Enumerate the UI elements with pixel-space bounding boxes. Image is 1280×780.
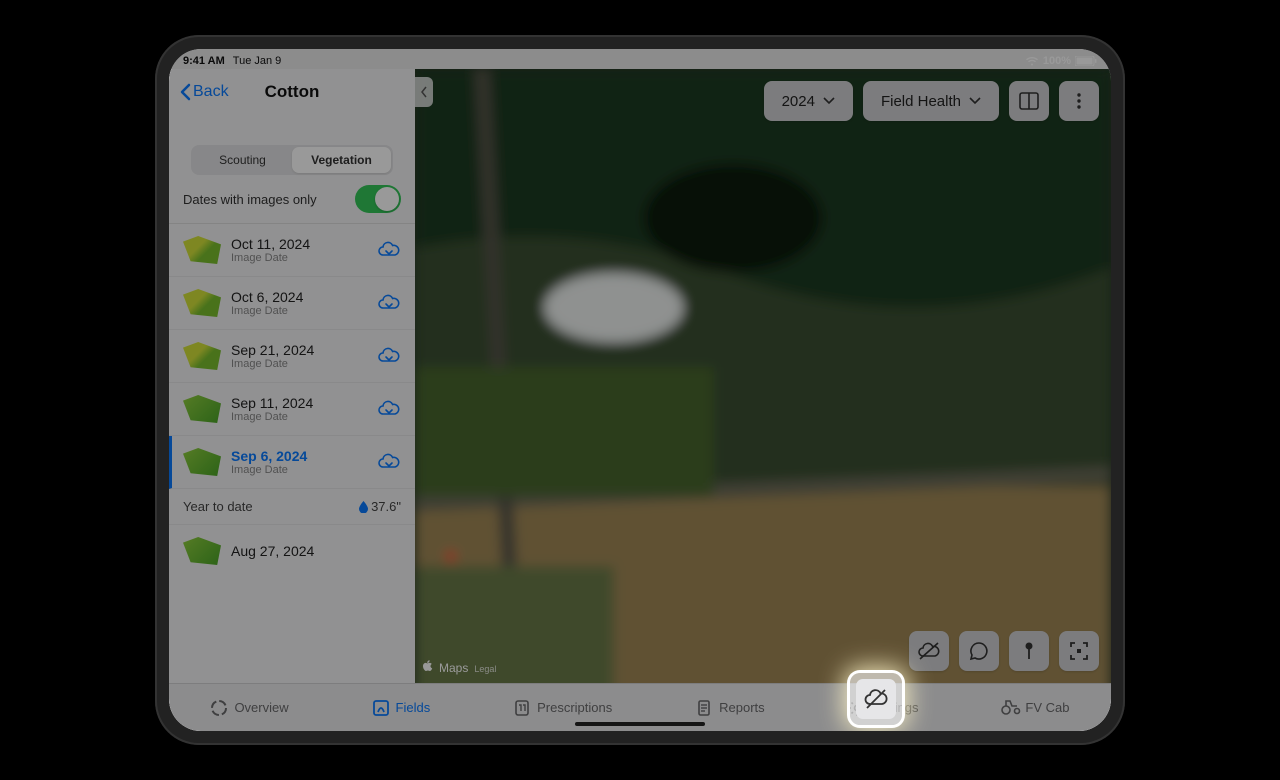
- sidebar-collapse-handle[interactable]: [415, 77, 433, 107]
- tab-reports[interactable]: Reports: [695, 699, 765, 717]
- split-view-button[interactable]: [1009, 81, 1049, 121]
- cloud-download-icon[interactable]: [377, 291, 401, 315]
- date-item[interactable]: Oct 11, 2024 Image Date: [169, 224, 415, 277]
- overview-icon: [210, 699, 228, 717]
- tab-prescriptions[interactable]: Prescriptions: [513, 699, 612, 717]
- map-view[interactable]: 2024 Field Health: [415, 69, 1111, 683]
- date-item-selected[interactable]: Sep 6, 2024 Image Date: [169, 436, 415, 489]
- layer-label: Field Health: [881, 93, 961, 110]
- tab-overview[interactable]: Overview: [210, 699, 288, 717]
- chevron-down-icon: [969, 97, 981, 105]
- fullscreen-icon: [1069, 641, 1089, 661]
- date-item[interactable]: Sep 21, 2024 Image Date: [169, 330, 415, 383]
- cloud-download-icon[interactable]: [377, 344, 401, 368]
- layer-dropdown[interactable]: Field Health: [863, 81, 999, 121]
- tab-label: Reports: [719, 700, 765, 715]
- field-thumbnail: [183, 236, 221, 264]
- cloud-mask-button[interactable]: [909, 631, 949, 671]
- tab-label: Fields: [396, 700, 431, 715]
- chevron-left-icon: [179, 83, 191, 101]
- chevron-down-icon: [823, 97, 835, 105]
- apple-logo-icon: [423, 660, 433, 672]
- tab-label: Settings: [872, 700, 919, 715]
- sidebar: Back Cotton Scouting Vegetation Dates wi…: [169, 69, 415, 683]
- year-label: 2024: [782, 93, 815, 110]
- date-label: Sep 11, 2024: [231, 395, 367, 411]
- field-thumbnail: [183, 448, 221, 476]
- gear-icon: [848, 699, 866, 717]
- segment-scouting[interactable]: Scouting: [193, 147, 292, 173]
- ytd-label: Year to date: [183, 499, 253, 514]
- date-label: Oct 11, 2024: [231, 236, 367, 252]
- field-thumbnail: [183, 537, 221, 565]
- chat-bubble-icon: [969, 641, 989, 661]
- field-thumbnail: [183, 289, 221, 317]
- satellite-imagery: [415, 69, 1111, 683]
- segment-vegetation[interactable]: Vegetation: [292, 147, 391, 173]
- wifi-icon: [1025, 56, 1039, 66]
- filter-label: Dates with images only: [183, 192, 317, 207]
- cloud-download-icon[interactable]: [377, 450, 401, 474]
- field-thumbnail: [183, 342, 221, 370]
- home-indicator[interactable]: [575, 722, 705, 726]
- date-label: Sep 6, 2024: [231, 448, 367, 464]
- map-legal-link[interactable]: Legal: [474, 664, 496, 674]
- images-only-toggle[interactable]: [355, 185, 401, 213]
- status-time: 9:41 AM: [183, 55, 225, 67]
- date-label: Aug 27, 2024: [231, 543, 401, 559]
- fields-icon: [372, 699, 390, 717]
- date-item[interactable]: Oct 6, 2024 Image Date: [169, 277, 415, 330]
- battery-icon: [1075, 56, 1097, 66]
- more-vertical-icon: [1076, 92, 1082, 110]
- cloud-download-icon[interactable]: [377, 238, 401, 262]
- fullscreen-button[interactable]: [1059, 631, 1099, 671]
- prescriptions-icon: [513, 699, 531, 717]
- battery-percent: 100%: [1043, 55, 1071, 67]
- status-date: Tue Jan 9: [233, 55, 282, 67]
- date-label: Sep 21, 2024: [231, 342, 367, 358]
- date-sublabel: Image Date: [231, 305, 367, 317]
- segmented-control: Scouting Vegetation: [191, 145, 393, 175]
- field-thumbnail: [183, 395, 221, 423]
- tractor-icon: [1001, 699, 1019, 717]
- tab-label: Overview: [234, 700, 288, 715]
- date-list[interactable]: Oct 11, 2024 Image Date Oct 6, 2024 Imag…: [169, 223, 415, 683]
- back-button[interactable]: Back: [179, 83, 229, 101]
- tab-label: FV Cab: [1025, 700, 1069, 715]
- tab-label: Prescriptions: [537, 700, 612, 715]
- year-dropdown[interactable]: 2024: [764, 81, 853, 121]
- raindrop-icon: [359, 501, 368, 513]
- date-item[interactable]: Aug 27, 2024: [169, 525, 415, 577]
- map-attribution: Maps Legal: [423, 660, 496, 675]
- date-sublabel: Image Date: [231, 464, 367, 476]
- year-to-date-row: Year to date 37.6": [169, 489, 415, 525]
- date-sublabel: Image Date: [231, 358, 367, 370]
- pin-icon: [1022, 641, 1036, 661]
- date-sublabel: Image Date: [231, 252, 367, 264]
- date-item[interactable]: Sep 11, 2024 Image Date: [169, 383, 415, 436]
- cloud-off-icon: [918, 641, 940, 661]
- tab-fvcab[interactable]: FV Cab: [1001, 699, 1069, 717]
- reports-icon: [695, 699, 713, 717]
- map-provider: Maps: [439, 661, 468, 675]
- ytd-rain: 37.6": [371, 499, 401, 514]
- date-label: Oct 6, 2024: [231, 289, 367, 305]
- status-bar: 9:41 AM Tue Jan 9 100%: [169, 49, 1111, 69]
- back-label: Back: [193, 83, 229, 101]
- date-sublabel: Image Date: [231, 411, 367, 423]
- cloud-download-icon[interactable]: [377, 397, 401, 421]
- pin-button[interactable]: [1009, 631, 1049, 671]
- split-view-icon: [1019, 92, 1039, 110]
- comment-button[interactable]: [959, 631, 999, 671]
- tab-settings[interactable]: Settings: [848, 699, 919, 717]
- more-button[interactable]: [1059, 81, 1099, 121]
- tab-fields[interactable]: Fields: [372, 699, 431, 717]
